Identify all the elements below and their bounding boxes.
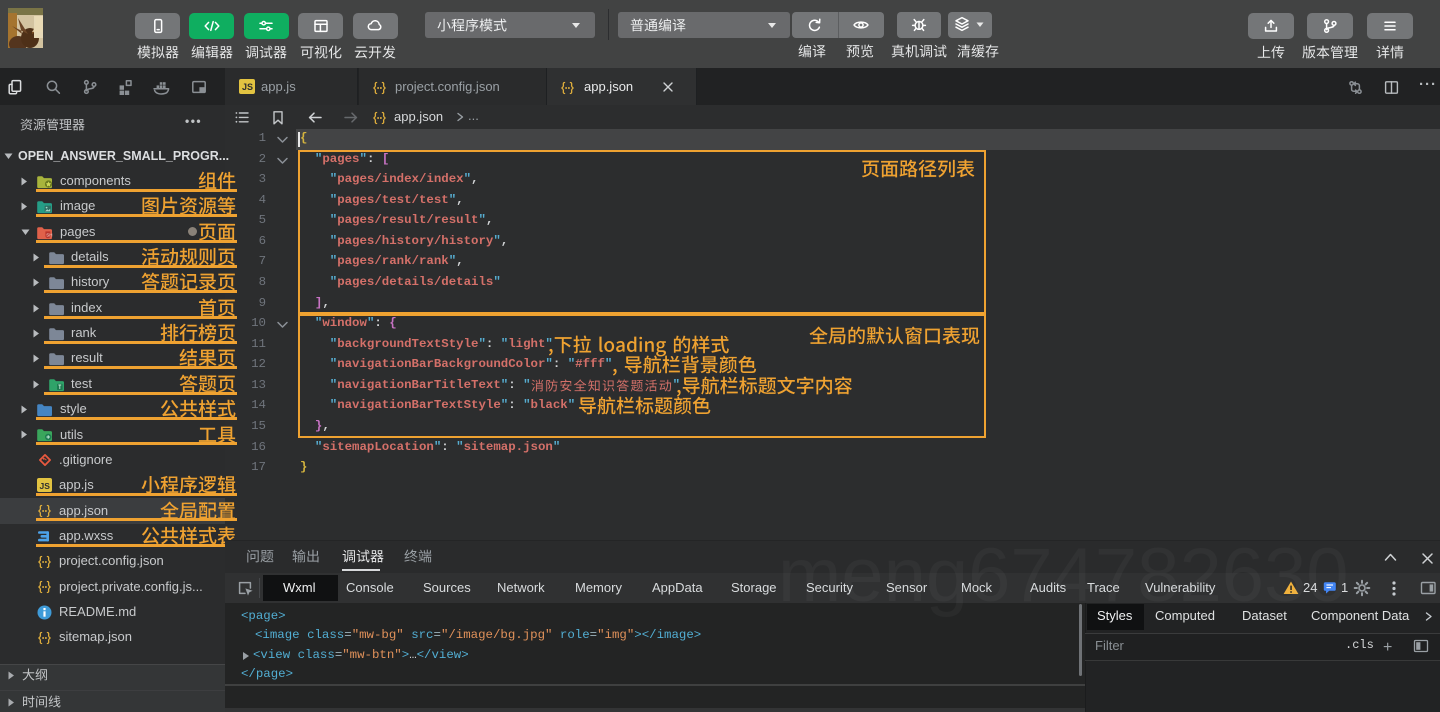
svg-text:SH: SH [46, 232, 52, 237]
